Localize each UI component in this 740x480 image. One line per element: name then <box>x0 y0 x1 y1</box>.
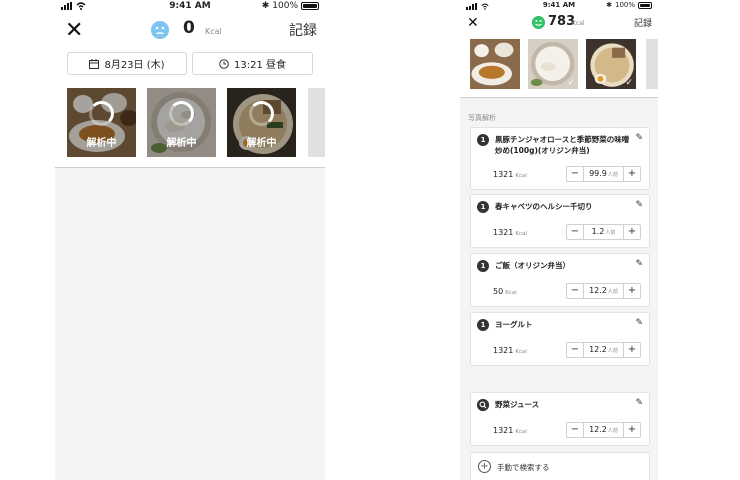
food-item-card[interactable]: 野菜ジュース ✎ 1321 Kcal − 12.2人前 + <box>470 392 650 446</box>
analyzing-label: 解析中 <box>246 138 277 149</box>
food-name: ご飯（オリジン弁当） <box>495 261 570 270</box>
loading-spinner-icon <box>169 101 194 126</box>
food-name: 野菜ジュース <box>495 400 540 409</box>
battery-percent: 100% <box>614 1 635 9</box>
quantity-stepper[interactable]: − 1.2人前 + <box>566 224 641 240</box>
decrement-button[interactable]: − <box>567 423 583 437</box>
battery-indicator: ✱ 100% <box>262 1 319 11</box>
count-badge: 1 <box>477 201 489 213</box>
record-button[interactable]: 記録 <box>289 20 317 40</box>
quantity-stepper[interactable]: − 12.2人前 + <box>566 342 641 358</box>
increment-button[interactable]: + <box>624 225 640 239</box>
quantity-value: 12.2人前 <box>583 423 624 437</box>
loading-spinner-icon <box>249 101 274 126</box>
screen-results: 9:41 AM ✱ 100% ✕ 783 Kcal 記録 ✓ ✓ 写真解析 1 … <box>460 0 658 480</box>
quantity-stepper[interactable]: − 12.2人前 + <box>566 422 641 438</box>
quantity-value: 1.2人前 <box>583 225 624 239</box>
battery-icon <box>638 1 652 9</box>
quantity-value: 99.9人前 <box>583 167 624 181</box>
decrement-button[interactable]: − <box>567 284 583 298</box>
battery-percent: 100% <box>272 1 298 11</box>
add-photo-placeholder[interactable] <box>308 88 325 157</box>
edit-pencil-icon[interactable]: ✎ <box>635 200 643 210</box>
photo-thumbnail[interactable]: ✓ <box>528 39 578 89</box>
increment-button[interactable]: + <box>624 423 640 437</box>
photo-thumbnail[interactable]: 解析中 <box>147 88 216 157</box>
status-bar: 9:41 AM ✱ 100% <box>55 0 325 14</box>
neutral-face-icon <box>151 21 169 39</box>
calorie-total: 0 <box>183 18 195 38</box>
calendar-icon <box>89 58 100 69</box>
search-icon <box>477 399 489 411</box>
quantity-stepper[interactable]: − 99.9人前 + <box>566 166 641 182</box>
clock-icon <box>219 58 229 69</box>
date-selector[interactable]: 8月23日 (木) <box>67 52 187 75</box>
screen-analyzing: 9:41 AM ✱ 100% ✕ 0 Kcal 記録 8月23日 (木) 13:… <box>55 0 325 480</box>
bluetooth-icon: ✱ <box>261 1 270 11</box>
quantity-value: 12.2人前 <box>583 343 624 357</box>
count-badge: 1 <box>477 260 489 272</box>
photo-thumbnail[interactable] <box>470 39 520 89</box>
edit-pencil-icon[interactable]: ✎ <box>635 259 643 269</box>
meal-header: ✕ 0 Kcal 記録 8月23日 (木) 13:21 昼食 解析中 解析中 解… <box>55 14 325 168</box>
food-calorie: 1321 Kcal <box>493 228 527 237</box>
time-label: 13:21 昼食 <box>234 60 286 71</box>
decrement-button[interactable]: − <box>567 225 583 239</box>
time-selector[interactable]: 13:21 昼食 <box>192 52 313 75</box>
checkmark-icon: ✓ <box>567 78 575 88</box>
date-label: 8月23日 (木) <box>104 60 165 71</box>
add-photo-placeholder[interactable] <box>646 39 658 89</box>
food-name: 春キャベツのヘルシー千切り <box>495 202 593 211</box>
meal-header: ✕ 783 Kcal 記録 ✓ ✓ <box>460 14 658 98</box>
happy-face-icon <box>532 16 545 29</box>
decrement-button[interactable]: − <box>567 343 583 357</box>
edit-pencil-icon[interactable]: ✎ <box>635 318 643 328</box>
food-item-card[interactable]: 1 ご飯（オリジン弁当） ✎ 50 Kcal − 12.2人前 + <box>470 253 650 307</box>
food-item-card[interactable]: 1 春キャベツのヘルシー千切り ✎ 1321 Kcal − 1.2人前 + <box>470 194 650 248</box>
food-calorie: 1321 Kcal <box>493 346 527 355</box>
quantity-stepper[interactable]: − 12.2人前 + <box>566 283 641 299</box>
photo-thumbnail[interactable]: ✓ <box>586 39 636 89</box>
food-calorie: 50 Kcal <box>493 287 517 296</box>
analyzing-label: 解析中 <box>86 138 117 149</box>
battery-icon <box>301 2 319 10</box>
analyzing-label: 解析中 <box>166 138 197 149</box>
battery-indicator: ✱ 100% <box>606 1 652 9</box>
section-label: 写真解析 <box>468 114 496 122</box>
calorie-unit: Kcal <box>205 27 222 36</box>
count-badge: 1 <box>477 319 489 331</box>
photo-thumbnail[interactable]: 解析中 <box>227 88 296 157</box>
tonkatsu-photo <box>470 39 520 89</box>
food-calorie: 1321 Kcal <box>493 426 527 435</box>
food-item-card[interactable]: 1 ヨーグルト ✎ 1321 Kcal − 12.2人前 + <box>470 312 650 366</box>
loading-spinner-icon <box>89 101 114 126</box>
checkmark-icon: ✓ <box>625 78 633 88</box>
food-item-card[interactable]: 1 黒豚チンジャオロースと季節野菜の味噌炒め(100g)(オリジン弁当) ✎ 1… <box>470 127 650 190</box>
photo-thumbnail[interactable]: 解析中 <box>67 88 136 157</box>
decrement-button[interactable]: − <box>567 167 583 181</box>
close-icon[interactable]: ✕ <box>65 20 83 42</box>
manual-search-label: 手動で検索する <box>497 463 550 472</box>
record-button[interactable]: 記録 <box>634 16 652 29</box>
food-name: 黒豚チンジャオロースと季節野菜の味噌炒め(100g)(オリジン弁当) <box>495 135 630 155</box>
edit-pencil-icon[interactable]: ✎ <box>635 398 643 408</box>
quantity-value: 12.2人前 <box>583 284 624 298</box>
increment-button[interactable]: + <box>624 284 640 298</box>
increment-button[interactable]: + <box>624 167 640 181</box>
status-bar: 9:41 AM ✱ 100% <box>460 0 658 14</box>
bluetooth-icon: ✱ <box>606 1 612 9</box>
food-calorie: 1321 Kcal <box>493 170 527 179</box>
increment-button[interactable]: + <box>624 343 640 357</box>
count-badge: 1 <box>477 134 489 146</box>
manual-search-button[interactable]: + 手動で検索する <box>470 452 650 480</box>
plus-circle-icon: + <box>478 460 491 473</box>
food-name: ヨーグルト <box>495 320 533 329</box>
close-icon[interactable]: ✕ <box>467 15 479 31</box>
edit-pencil-icon[interactable]: ✎ <box>635 133 643 143</box>
calorie-unit: Kcal <box>572 20 585 27</box>
